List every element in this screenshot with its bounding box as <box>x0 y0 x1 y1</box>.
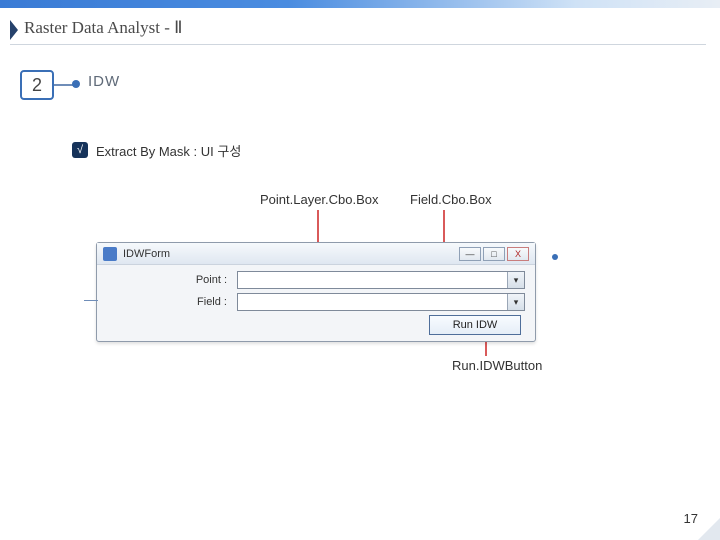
point-layer-combobox[interactable] <box>237 271 525 289</box>
sub-bullet-text: Extract By Mask : UI 구성 <box>96 141 241 160</box>
idw-form-title: IDWForm <box>123 248 170 260</box>
run-idw-button[interactable]: Run IDW <box>429 315 521 335</box>
window-maximize-button[interactable]: □ <box>483 247 505 261</box>
annotation-point-layer: Point.Layer.Cbo.Box <box>260 192 379 207</box>
section-connector-line <box>54 84 74 86</box>
idw-form-titlebar[interactable]: IDWForm — □ X <box>97 243 535 265</box>
field-label: Field : <box>107 296 237 308</box>
idw-form-window: IDWForm — □ X Point : Field : Run IDW <box>96 242 536 342</box>
annotation-run-button: Run.IDWButton <box>452 358 542 373</box>
accent-dot-icon <box>552 254 558 260</box>
section-connector-dot-icon <box>72 80 80 88</box>
accent-tick-icon <box>84 292 98 308</box>
idw-form-app-icon <box>103 247 117 261</box>
section-label: IDW <box>88 73 120 90</box>
section-number-box: 2 <box>20 70 54 100</box>
window-close-button[interactable]: X <box>507 247 529 261</box>
corner-fold-icon <box>698 518 720 540</box>
window-minimize-button[interactable]: — <box>459 247 481 261</box>
page-title: Raster Data Analyst - Ⅱ <box>24 18 183 38</box>
checkmark-badge-icon: √ <box>72 142 88 158</box>
point-label: Point : <box>107 274 237 286</box>
annotation-field: Field.Cbo.Box <box>410 192 492 207</box>
title-underline <box>10 44 706 45</box>
top-gradient-bar <box>0 0 720 8</box>
page-number: 17 <box>684 511 698 526</box>
field-combobox[interactable] <box>237 293 525 311</box>
title-chevron-icon <box>10 20 18 40</box>
